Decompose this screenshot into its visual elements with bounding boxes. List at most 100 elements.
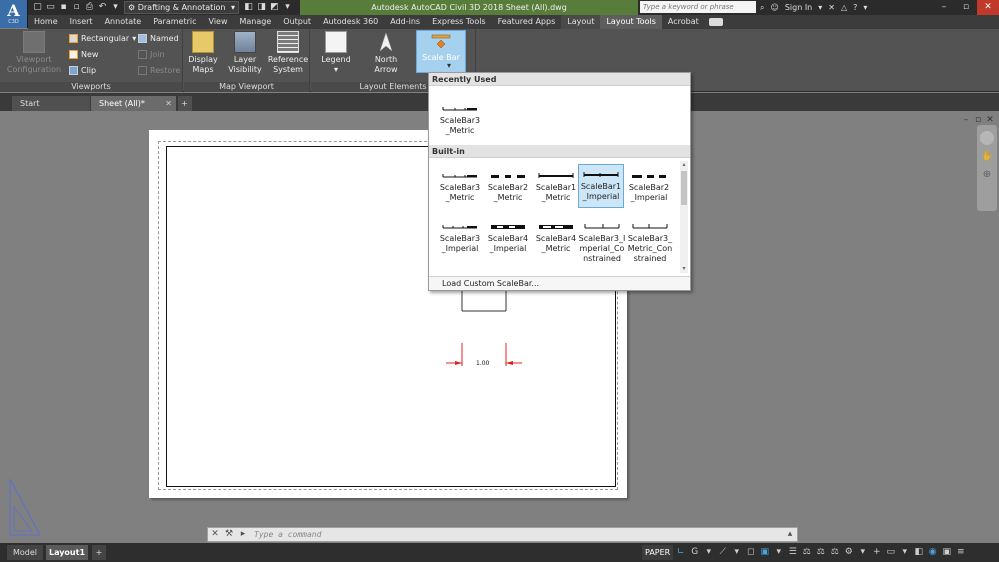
add-layout-button[interactable]: + [92, 545, 106, 560]
restore-viewport-button[interactable]: Restore [138, 64, 180, 76]
tab-insert[interactable]: Insert [64, 15, 99, 29]
new-tab-button[interactable]: + [178, 96, 192, 111]
chevron-down-icon[interactable]: ▾ [818, 3, 822, 12]
gallery-item-recent-scalebar3-metric[interactable]: ScaleBar3_Metric [437, 99, 483, 143]
search-input[interactable]: Type a keyword or phrase [640, 1, 756, 13]
hardware-acceleration-icon[interactable]: ◉ [926, 546, 939, 559]
tab-layout-tools[interactable]: Layout Tools [600, 15, 662, 29]
workspace-switch-icon[interactable]: ⚙ [842, 546, 855, 559]
scroll-up-icon[interactable]: ▴ [680, 161, 688, 169]
snap-tracking-icon[interactable]: ▣ [758, 546, 771, 559]
tab-manage[interactable]: Manage [234, 15, 278, 29]
display-maps-button[interactable]: Display Maps [186, 31, 220, 75]
tab-express-tools[interactable]: Express Tools [426, 15, 492, 29]
polar-dropdown-icon[interactable]: ▾ [702, 546, 715, 559]
ribbon-minimize-toggle[interactable] [708, 18, 723, 26]
gallery-item-scalebar4-imperial[interactable]: ScaleBar4_Imperial [485, 217, 531, 261]
ortho-icon[interactable]: ∟ [674, 546, 687, 559]
gallery-item-scalebar2-imperial[interactable]: ScaleBar2_Imperial [626, 166, 672, 210]
annotation-scale-icon[interactable]: ⚖ [800, 546, 813, 559]
undo-dropdown-icon[interactable]: ▾ [110, 2, 121, 13]
pan-icon[interactable]: ✋ [981, 151, 993, 163]
gallery-item-scalebar4-metric[interactable]: ScaleBar4_Metric [533, 217, 579, 261]
tab-layout1[interactable]: Layout1 [46, 545, 88, 560]
clip-viewport-button[interactable]: Clip [69, 64, 96, 76]
plus-icon[interactable]: + [870, 546, 883, 559]
tab-layout[interactable]: Layout [561, 15, 601, 29]
tab-sheet-all[interactable]: Sheet (All)* ✕ [91, 96, 176, 111]
legend-button[interactable]: Legend ▾ [319, 31, 353, 75]
gallery-item-scalebar1-metric[interactable]: ScaleBar1_Metric [533, 166, 579, 210]
isodraft-dropdown-icon[interactable]: ▾ [730, 546, 743, 559]
monitor-dropdown-icon[interactable]: ▾ [898, 546, 911, 559]
tab-acrobat[interactable]: Acrobat [662, 15, 705, 29]
scrollbar-thumb[interactable] [681, 171, 687, 205]
wrench-icon[interactable]: ⚒ [222, 528, 236, 541]
minimize-drawing-icon[interactable]: – [961, 115, 971, 125]
application-menu-button[interactable]: A C3D [0, 0, 28, 28]
help-icon[interactable]: ? [853, 3, 857, 12]
command-input[interactable]: Type a command [250, 530, 783, 539]
tab-parametric[interactable]: Parametric [147, 15, 202, 29]
gallery-item-scalebar3-metric[interactable]: ScaleBar3_Metric [437, 166, 483, 210]
sign-in-link[interactable]: Sign In [785, 3, 812, 12]
join-viewport-button[interactable]: Join [138, 48, 165, 60]
scale-bar-button[interactable]: Scale Bar ▾ [416, 30, 466, 73]
a360-icon[interactable]: △ [841, 3, 847, 12]
osnap-dropdown-icon[interactable]: ▾ [772, 546, 785, 559]
maximize-icon[interactable]: ▫ [955, 0, 977, 15]
new-file-icon[interactable]: ▢ [32, 2, 43, 13]
layer-visibility-button[interactable]: Layer Visibility [226, 31, 264, 75]
load-custom-scalebar-button[interactable]: Load Custom ScaleBar... [429, 276, 690, 290]
paper-space-toggle[interactable]: PAPER [642, 545, 674, 560]
isodraft-icon[interactable]: ⟋ [716, 546, 729, 559]
layer-icon[interactable]: ◧ [243, 2, 254, 13]
isolate-objects-icon[interactable]: ◧ [912, 546, 925, 559]
tab-autodesk-360[interactable]: Autodesk 360 [317, 15, 384, 29]
customization-icon[interactable]: ≡ [954, 546, 967, 559]
tab-start[interactable]: Start [12, 96, 90, 111]
workspace-dropdown[interactable]: ⚙ Drafting & Annotation ▾ [124, 1, 239, 14]
print-icon[interactable]: ⎙ [84, 2, 95, 13]
gallery-item-scalebar3-imperial[interactable]: ScaleBar3_Imperial [437, 217, 483, 261]
match-properties-icon[interactable]: ◨ [256, 2, 267, 13]
reference-system-button[interactable]: Reference System [268, 31, 308, 75]
save-icon[interactable]: ▪ [58, 2, 69, 13]
gallery-item-scalebar3-metric-constrained[interactable]: ScaleBar3_Metric_Constrained [626, 217, 674, 273]
gallery-item-scalebar3-imperial-constrained[interactable]: ScaleBar3_Imperial_Constrained [578, 217, 626, 273]
viewport-configuration-button[interactable]: Viewport Configuration [4, 31, 64, 75]
gallery-item-scalebar2-metric[interactable]: ScaleBar2_Metric [485, 166, 531, 210]
zoom-icon[interactable]: ⊕ [981, 169, 993, 181]
chevron-up-icon[interactable]: ▴ [783, 528, 797, 541]
layer-states-icon[interactable]: ◩ [269, 2, 280, 13]
close-icon[interactable]: ✕ [208, 528, 222, 541]
annotation-autoscale-icon[interactable]: ⚖ [828, 546, 841, 559]
gallery-scrollbar[interactable]: ▴ ▾ [680, 161, 688, 273]
close-icon[interactable]: ✕ [977, 0, 999, 15]
open-file-icon[interactable]: ▭ [45, 2, 56, 13]
monitor-icon[interactable]: ▭ [884, 546, 897, 559]
scroll-down-icon[interactable]: ▾ [680, 265, 688, 273]
annotation-visibility-icon[interactable]: ⚖ [814, 546, 827, 559]
object-snap-icon[interactable]: ◻ [744, 546, 757, 559]
save-as-icon[interactable]: ▫ [71, 2, 82, 13]
tab-annotate[interactable]: Annotate [99, 15, 148, 29]
rectangular-viewport-button[interactable]: Rectangular ▾ [69, 32, 136, 44]
steering-wheel-icon[interactable] [980, 131, 994, 145]
close-tab-icon[interactable]: ✕ [165, 96, 172, 111]
new-viewport-button[interactable]: New [69, 48, 98, 60]
workspace-dropdown-icon[interactable]: ▾ [856, 546, 869, 559]
gallery-item-scalebar1-imperial[interactable]: ScaleBar1_Imperial [578, 164, 624, 208]
tab-model[interactable]: Model [7, 545, 43, 560]
lineweight-icon[interactable]: ☰ [786, 546, 799, 559]
tab-home[interactable]: Home [28, 15, 64, 29]
exchange-icon[interactable]: ✕ [828, 3, 835, 12]
command-prompt-icon[interactable]: ▸ [236, 528, 250, 541]
user-icon[interactable]: ☺ [770, 3, 778, 12]
tab-view[interactable]: View [203, 15, 234, 29]
navigation-bar[interactable]: ✋ ⊕ [977, 125, 997, 211]
named-viewport-button[interactable]: Named [138, 32, 179, 44]
restore-drawing-icon[interactable]: ▫ [973, 115, 983, 125]
help-dropdown-icon[interactable]: ▾ [863, 3, 867, 12]
close-drawing-icon[interactable]: ✕ [985, 115, 995, 125]
